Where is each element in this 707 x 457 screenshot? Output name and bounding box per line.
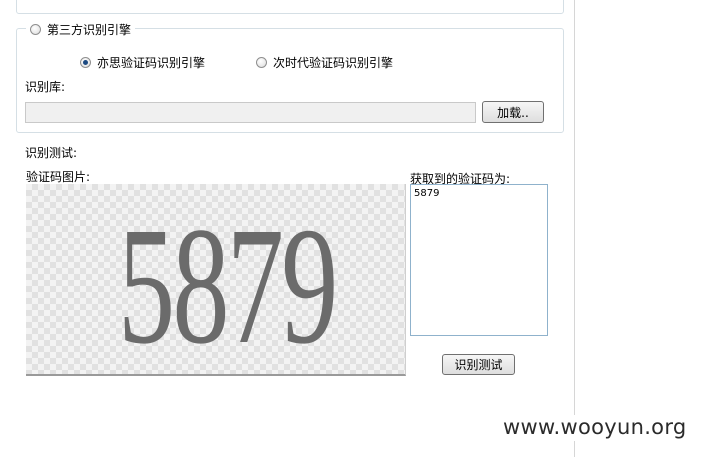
nextgen-engine-option[interactable]: 次时代验证码识别引擎: [256, 54, 393, 70]
settings-panel: 第三方识别引擎 亦思验证码识别引擎 次时代验证码识别引擎 识别库: 加载.. 识…: [0, 0, 575, 457]
site-watermark: www.wooyun.org: [501, 415, 693, 441]
third-party-radio-icon[interactable]: [30, 23, 41, 35]
previous-group-frame: [16, 0, 564, 14]
nextgen-radio-icon[interactable]: [256, 56, 267, 68]
yisi-radio-icon[interactable]: [80, 56, 91, 68]
captcha-image: 5879: [26, 184, 406, 376]
yisi-engine-option[interactable]: 亦思验证码识别引擎: [80, 54, 205, 70]
captcha-result-field[interactable]: 5879: [410, 184, 548, 336]
load-library-button[interactable]: 加载..: [482, 101, 544, 123]
yisi-engine-label: 亦思验证码识别引擎: [97, 55, 206, 70]
recognition-test-button[interactable]: 识别测试: [442, 354, 515, 375]
third-party-engine-radio[interactable]: 第三方识别引擎: [26, 20, 136, 38]
captcha-image-label: 验证码图片:: [26, 170, 91, 184]
library-path-field[interactable]: [25, 102, 476, 123]
recognition-test-title: 识别测试:: [25, 146, 78, 160]
third-party-engine-label: 第三方识别引擎: [47, 22, 132, 37]
library-label: 识别库:: [25, 80, 66, 94]
nextgen-engine-label: 次时代验证码识别引擎: [273, 55, 394, 70]
captcha-digits: 5879: [118, 193, 338, 376]
